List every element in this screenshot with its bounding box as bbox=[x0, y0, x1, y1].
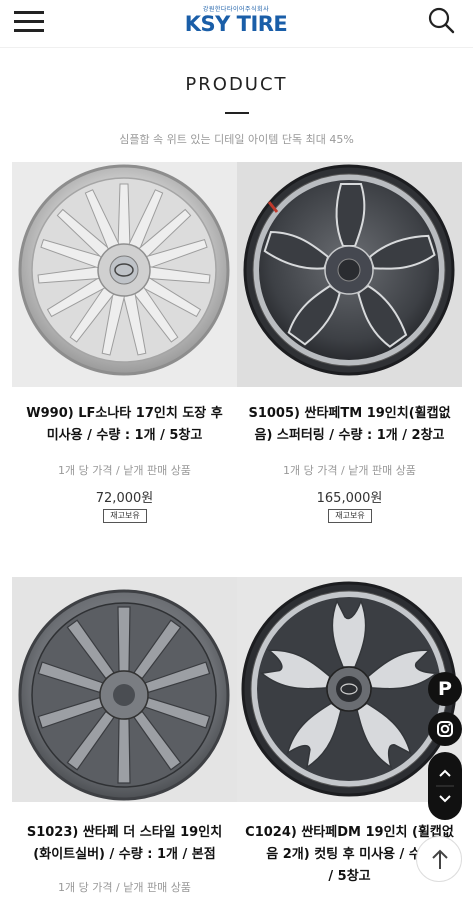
section-title: PRODUCT bbox=[185, 74, 288, 95]
price-label: 1개 당 가격 / 낱개 판매 상품 bbox=[58, 464, 191, 477]
product-name-line: 미사용 / 수량 : 1개 / 5창고 bbox=[46, 428, 203, 443]
logo-subtitle: 강원한다타이어주식회사 bbox=[202, 6, 270, 13]
silver-wheel-icon bbox=[12, 162, 237, 387]
chevron-up-icon[interactable] bbox=[439, 769, 451, 777]
product-name-line: 음) 스퍼터링 / 수량 : 1개 / 2창고 bbox=[254, 428, 445, 443]
instagram-icon[interactable] bbox=[428, 712, 462, 746]
hamburger-menu-icon[interactable] bbox=[14, 8, 46, 34]
product-image[interactable] bbox=[12, 577, 237, 802]
section-subtitle: 심플함 속 위트 있는 디테일 아이템 단독 최대 45% bbox=[119, 133, 354, 146]
product-image[interactable] bbox=[237, 162, 462, 387]
product-price: 72,000원 bbox=[95, 491, 154, 506]
gunmetal-wheel-icon bbox=[12, 577, 237, 802]
product-name-line: S1023) 싼타페 더 스타일 19인치 bbox=[26, 825, 223, 840]
site-header: 강원한다타이어주식회사 KSY TIRE bbox=[0, 0, 473, 48]
product-name[interactable]: S1023) 싼타페 더 스타일 19인치 (화이트실버) / 수량 : 1개 … bbox=[14, 822, 235, 866]
dark-wheel-icon bbox=[237, 162, 462, 387]
product-image[interactable] bbox=[12, 162, 237, 387]
product-name-line: W990) LF소나타 17인치 도장 후 bbox=[26, 406, 223, 421]
scroll-nav bbox=[428, 752, 462, 820]
p-brand-icon[interactable]: P bbox=[428, 672, 462, 706]
title-divider bbox=[225, 112, 249, 114]
product-price: 165,000원 bbox=[316, 491, 383, 506]
site-logo[interactable]: 강원한다타이어주식회사 KSY TIRE bbox=[176, 4, 296, 40]
search-icon[interactable] bbox=[426, 5, 458, 37]
stock-badge: 재고보유 bbox=[103, 509, 147, 523]
product-card[interactable]: W990) LF소나타 17인치 도장 후 미사용 / 수량 : 1개 / 5창… bbox=[12, 162, 237, 527]
stock-badge: 재고보유 bbox=[328, 509, 372, 523]
arrow-up-icon[interactable] bbox=[416, 836, 462, 882]
product-name[interactable]: S1005) 싼타페TM 19인치(휠캡없 음) 스퍼터링 / 수량 : 1개 … bbox=[239, 403, 460, 447]
product-name[interactable]: W990) LF소나타 17인치 도장 후 미사용 / 수량 : 1개 / 5창… bbox=[14, 403, 235, 447]
product-card[interactable]: S1005) 싼타페TM 19인치(휠캡없 음) 스퍼터링 / 수량 : 1개 … bbox=[237, 162, 462, 527]
product-name-line: S1005) 싼타페TM 19인치(휠캡없 bbox=[248, 406, 451, 421]
product-card[interactable]: S1023) 싼타페 더 스타일 19인치 (화이트실버) / 수량 : 1개 … bbox=[12, 577, 237, 900]
price-label: 1개 당 가격 / 낱개 판매 상품 bbox=[58, 881, 191, 894]
price-label: 1개 당 가격 / 낱개 판매 상품 bbox=[283, 464, 416, 477]
logo-text: KSY TIRE bbox=[184, 12, 288, 36]
chevron-down-icon[interactable] bbox=[439, 795, 451, 803]
product-name-line: (화이트실버) / 수량 : 1개 / 본점 bbox=[33, 847, 216, 862]
